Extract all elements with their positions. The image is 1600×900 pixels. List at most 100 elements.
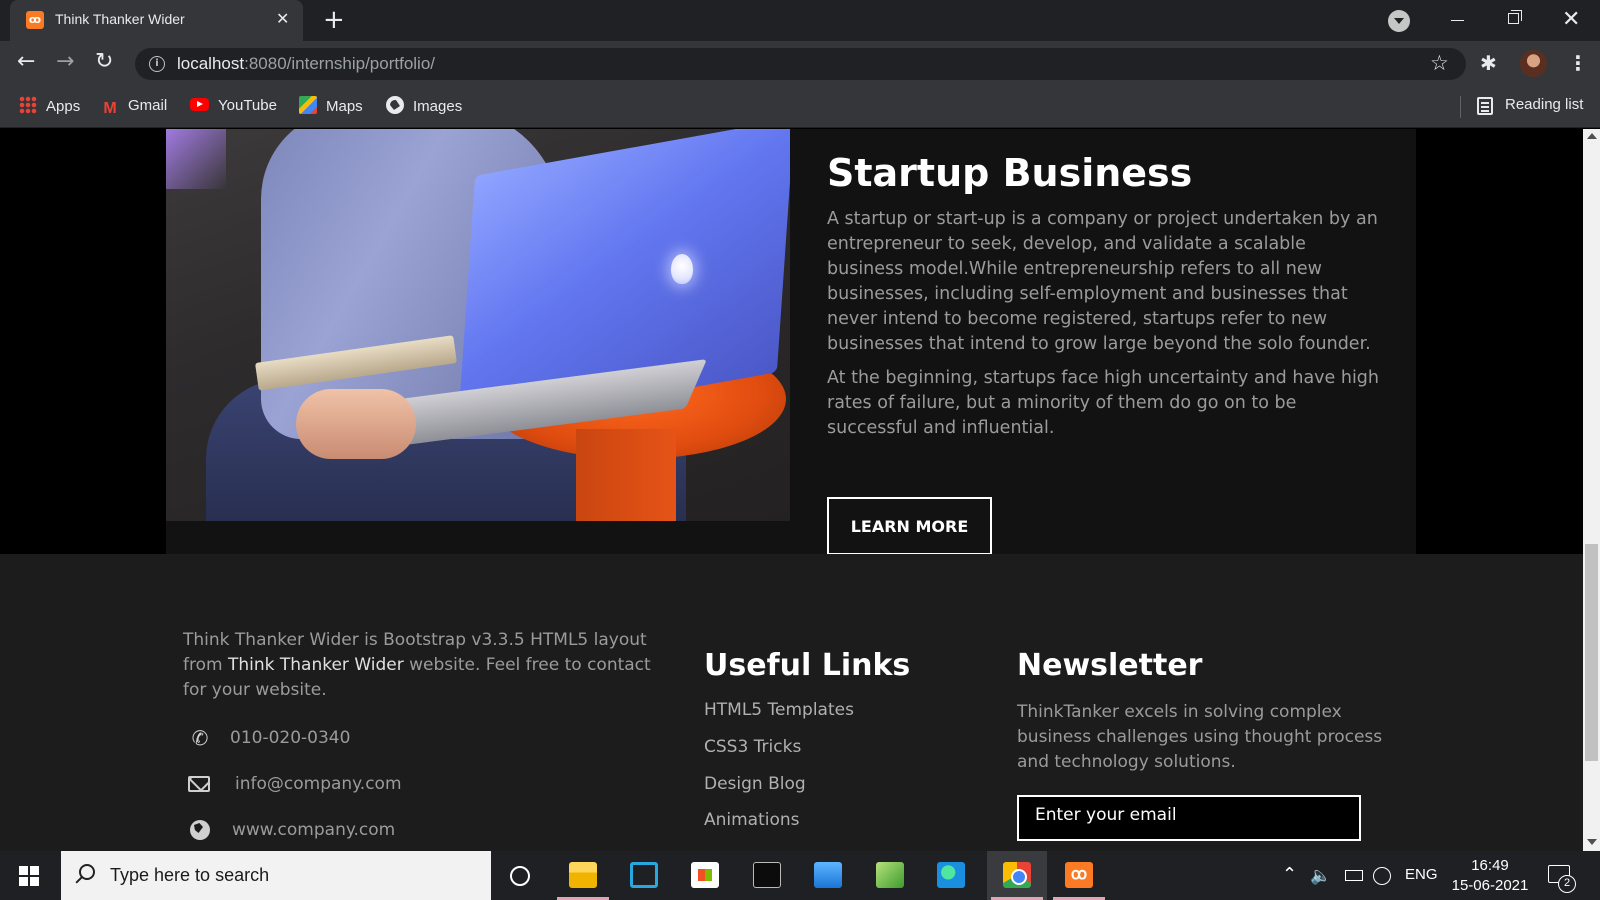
xampp-app[interactable]: ꝏ: [1049, 851, 1109, 900]
startup-feature-section: Startup Business A startup or start-up i…: [166, 129, 1416, 555]
url-host: localhost: [177, 54, 245, 73]
feature-paragraph: At the beginning, startups face high unc…: [827, 368, 1380, 438]
newsletter-text: ThinkTanker excels in solving complex bu…: [1017, 702, 1383, 772]
notepad-app[interactable]: [860, 851, 920, 900]
gmail-icon: M: [103, 100, 117, 117]
tab-strip: ꝏ Think Thanker Wider ✕ + ✕: [0, 0, 1600, 41]
page-scrollbar[interactable]: [1583, 129, 1600, 851]
kebab-menu-icon[interactable]: ⋮: [1568, 51, 1588, 75]
footer-link-animations[interactable]: Animations: [704, 810, 800, 830]
reading-list-button[interactable]: Reading list: [1505, 96, 1583, 113]
edge-app[interactable]: [921, 851, 981, 900]
scroll-down-arrow-icon[interactable]: [1587, 839, 1597, 845]
terminal-app[interactable]: [737, 851, 797, 900]
taskbar-clock[interactable]: 16:49 15-06-2021: [1450, 856, 1530, 896]
xampp-icon: ꝏ: [1065, 862, 1093, 888]
url-path: :8080/internship/portfolio/: [244, 54, 436, 73]
tray-chevron-up-icon[interactable]: ⌃: [1282, 864, 1297, 885]
url-text[interactable]: localhost:8080/internship/portfolio/: [177, 54, 435, 74]
close-window-icon[interactable]: ✕: [1562, 7, 1580, 32]
browser-toolbar: ← → ↻ i localhost:8080/internship/portfo…: [0, 41, 1600, 86]
reading-list-icon[interactable]: [1477, 97, 1493, 115]
footer-about-text: Think Thanker Wider is Bootstrap v3.3.5 …: [183, 628, 673, 703]
bookmark-youtube[interactable]: YouTube: [190, 96, 277, 118]
new-tab-icon[interactable]: +: [323, 6, 345, 34]
back-arrow-icon[interactable]: ←: [17, 51, 35, 73]
mail-app[interactable]: [798, 851, 858, 900]
mail-app-icon: [814, 862, 842, 888]
phone-icon: ✆: [191, 726, 209, 750]
battery-icon[interactable]: [1345, 870, 1363, 881]
reload-icon[interactable]: ↻: [95, 51, 113, 73]
globe-icon: [188, 818, 212, 842]
clock-date: 15-06-2021: [1451, 877, 1529, 894]
search-placeholder: Type here to search: [110, 865, 270, 885]
phone-number: 010-020-0340: [230, 728, 351, 748]
taskbar-search-box[interactable]: Type here to search: [61, 851, 491, 900]
store-icon: [691, 862, 719, 888]
forward-arrow-icon[interactable]: →: [56, 51, 74, 73]
chrome-icon: [1003, 862, 1031, 888]
about-brand: Think Thanker Wider: [227, 655, 404, 675]
bookmark-maps[interactable]: Maps: [299, 96, 363, 118]
search-icon: [79, 864, 95, 880]
store-app[interactable]: [675, 851, 735, 900]
clock-time: 16:49: [1471, 857, 1509, 874]
notification-count-badge: 2: [1558, 875, 1576, 893]
bookmarks-divider: [1460, 96, 1461, 118]
newsletter-email-input[interactable]: [1017, 795, 1361, 841]
volume-icon[interactable]: 🔈: [1310, 866, 1331, 886]
scrollbar-thumb[interactable]: [1585, 544, 1598, 761]
bookmark-star-icon[interactable]: ☆: [1430, 51, 1449, 75]
youtube-icon: [190, 98, 209, 111]
useful-links-heading: Useful Links: [704, 648, 911, 683]
bookmark-label: Images: [413, 98, 463, 115]
scroll-up-arrow-icon[interactable]: [1587, 133, 1597, 139]
site-footer: Think Thanker Wider is Bootstrap v3.3.5 …: [0, 554, 1583, 851]
bookmark-images[interactable]: Images: [386, 96, 462, 118]
tab-search-icon[interactable]: [1388, 10, 1410, 32]
footer-link-html5-templates[interactable]: HTML5 Templates: [704, 700, 854, 720]
browser-tab[interactable]: ꝏ Think Thanker Wider ✕: [10, 0, 303, 41]
feature-title: Startup Business: [827, 151, 1193, 195]
newsletter-heading: Newsletter: [1017, 648, 1203, 683]
chrome-app[interactable]: [987, 851, 1047, 900]
footer-link-design-blog[interactable]: Design Blog: [704, 774, 806, 794]
network-globe-icon[interactable]: [1373, 867, 1391, 885]
email-address[interactable]: info@company.com: [235, 774, 402, 794]
bookmark-label: Apps: [46, 98, 81, 115]
notepad-plus-icon: [876, 862, 904, 888]
website-address[interactable]: www.company.com: [232, 820, 395, 840]
page-viewport: Startup Business A startup or start-up i…: [0, 129, 1583, 851]
internet-explorer-app[interactable]: [614, 851, 674, 900]
bookmark-apps[interactable]: Apps: [19, 96, 80, 118]
windows-start-icon[interactable]: [19, 866, 39, 886]
cortana-icon[interactable]: [510, 866, 530, 886]
bookmark-label: Gmail: [128, 97, 168, 114]
profile-avatar[interactable]: [1520, 50, 1547, 77]
mail-icon: [188, 772, 212, 796]
bookmark-gmail[interactable]: M Gmail: [101, 96, 167, 118]
learn-more-button[interactable]: LEARN MORE: [827, 497, 992, 555]
language-indicator[interactable]: ENG: [1405, 866, 1438, 883]
bookmark-label: YouTube: [218, 97, 277, 114]
xampp-favicon-icon: ꝏ: [26, 11, 44, 29]
file-explorer-app[interactable]: [553, 851, 613, 900]
folder-icon: [569, 862, 597, 888]
restore-window-icon[interactable]: [1508, 10, 1522, 24]
footer-link-css3-tricks[interactable]: CSS3 Tricks: [704, 737, 801, 757]
internet-explorer-icon: [630, 862, 658, 888]
bookmark-label: Maps: [326, 98, 363, 115]
minimize-window-icon[interactable]: [1451, 20, 1464, 21]
apps-icon: [19, 96, 37, 114]
site-info-icon[interactable]: i: [149, 56, 165, 72]
maps-icon: [299, 96, 317, 114]
close-tab-icon[interactable]: ✕: [276, 9, 289, 28]
address-bar[interactable]: i localhost:8080/internship/portfolio/ ☆: [135, 48, 1466, 80]
extensions-puzzle-icon[interactable]: ✱: [1480, 51, 1497, 75]
bookmarks-bar: Apps M Gmail YouTube Maps Images Reading …: [0, 86, 1600, 128]
images-icon: [386, 96, 404, 114]
startup-photo: [166, 129, 790, 521]
tab-title: Think Thanker Wider: [55, 11, 185, 27]
edge-icon: [937, 862, 965, 888]
